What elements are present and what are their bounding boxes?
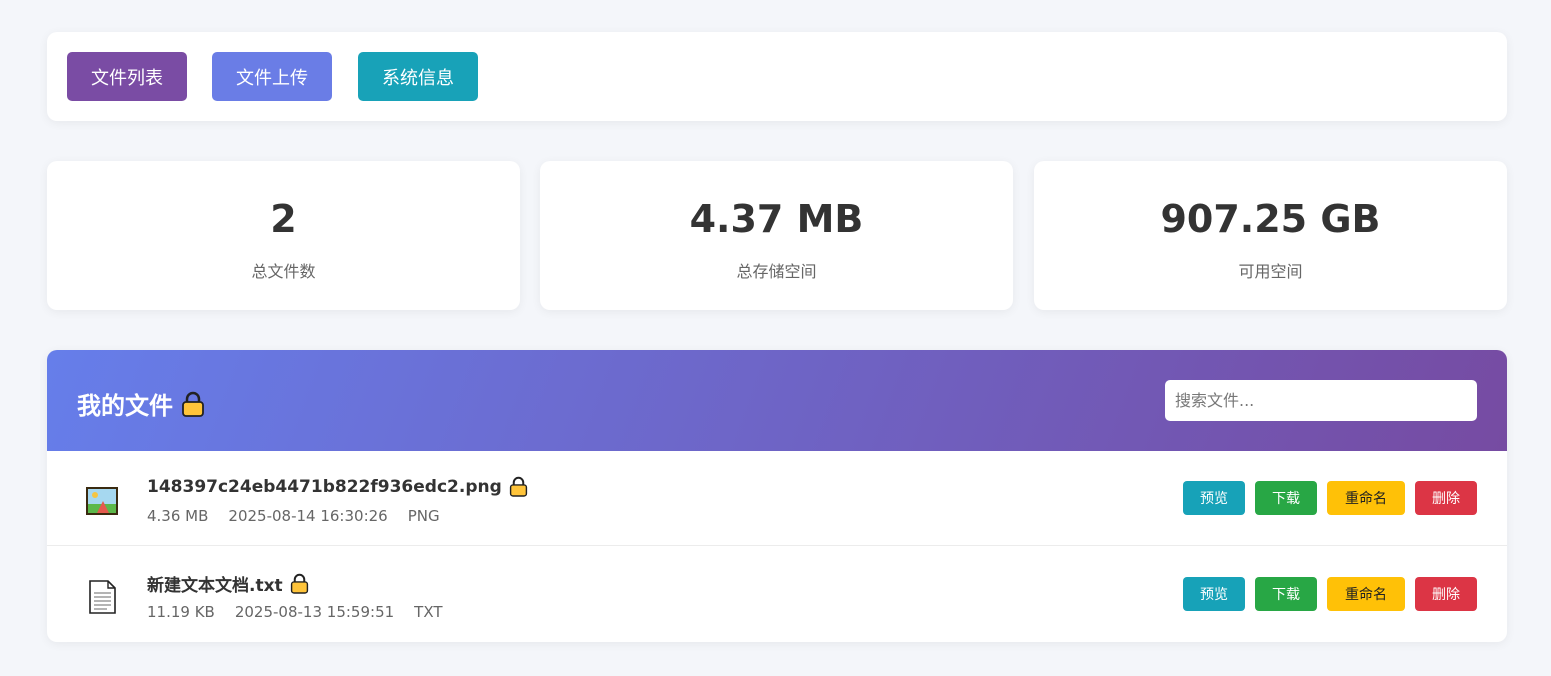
files-panel-title: 我的文件 — [77, 386, 205, 421]
file-name: 148397c24eb4471b822f936edc2.png — [147, 475, 528, 498]
stat-value: 4.37 MB — [689, 197, 864, 241]
rename-button[interactable]: 重命名 — [1327, 481, 1405, 515]
lock-icon — [509, 476, 527, 497]
rename-button[interactable]: 重命名 — [1327, 577, 1405, 611]
text-file-icon — [89, 580, 116, 614]
stat-card-total-storage: 4.37 MB 总存储空间 — [540, 161, 1013, 310]
file-date: 2025-08-14 16:30:26 — [228, 507, 388, 525]
stat-card-total-files: 2 总文件数 — [47, 161, 520, 310]
download-button[interactable]: 下载 — [1255, 577, 1317, 611]
file-name: 新建文本文档.txt — [147, 571, 309, 596]
delete-button[interactable]: 删除 — [1415, 577, 1477, 611]
file-date: 2025-08-13 15:59:51 — [234, 603, 395, 621]
search-input[interactable] — [1165, 380, 1477, 421]
file-size: 4.36 MB — [147, 507, 209, 525]
file-type: TXT — [414, 603, 443, 621]
file-actions: 预览 下载 重命名 删除 — [1183, 481, 1477, 515]
file-row: 148397c24eb4471b822f936edc2.png 4.36 MB … — [47, 451, 1507, 546]
stat-label: 总文件数 — [251, 262, 316, 281]
file-actions: 预览 下载 重命名 删除 — [1183, 577, 1477, 611]
file-row: 新建文本文档.txt 11.19 KB 2025-08-13 15:59:51 … — [47, 547, 1507, 642]
file-meta: 4.36 MB 2025-08-14 16:30:26 PNG — [147, 507, 440, 525]
nav-system-info-button[interactable]: 系统信息 — [358, 52, 478, 101]
nav-file-list-button[interactable]: 文件列表 — [67, 52, 187, 101]
files-panel: 我的文件 148397c24eb4471b822f936edc2.png 4.3… — [47, 350, 1507, 642]
download-button[interactable]: 下载 — [1255, 481, 1317, 515]
lock-icon — [290, 573, 308, 594]
stat-label: 总存储空间 — [736, 262, 817, 281]
lock-icon — [182, 391, 204, 417]
files-panel-header: 我的文件 — [47, 350, 1507, 451]
delete-button[interactable]: 删除 — [1415, 481, 1477, 515]
nav-bar: 文件列表 文件上传 系统信息 — [47, 32, 1507, 121]
file-type: PNG — [407, 507, 440, 525]
stat-value: 907.25 GB — [1160, 197, 1381, 241]
stat-label: 可用空间 — [1238, 262, 1303, 281]
image-file-icon — [86, 487, 118, 515]
preview-button[interactable]: 预览 — [1183, 481, 1245, 515]
files-title-text: 我的文件 — [77, 392, 173, 420]
file-meta: 11.19 KB 2025-08-13 15:59:51 TXT — [147, 603, 443, 621]
nav-file-upload-button[interactable]: 文件上传 — [212, 52, 332, 101]
preview-button[interactable]: 预览 — [1183, 577, 1245, 611]
stat-value: 2 — [270, 197, 297, 241]
file-size: 11.19 KB — [147, 603, 215, 621]
stat-card-available-space: 907.25 GB 可用空间 — [1034, 161, 1507, 310]
